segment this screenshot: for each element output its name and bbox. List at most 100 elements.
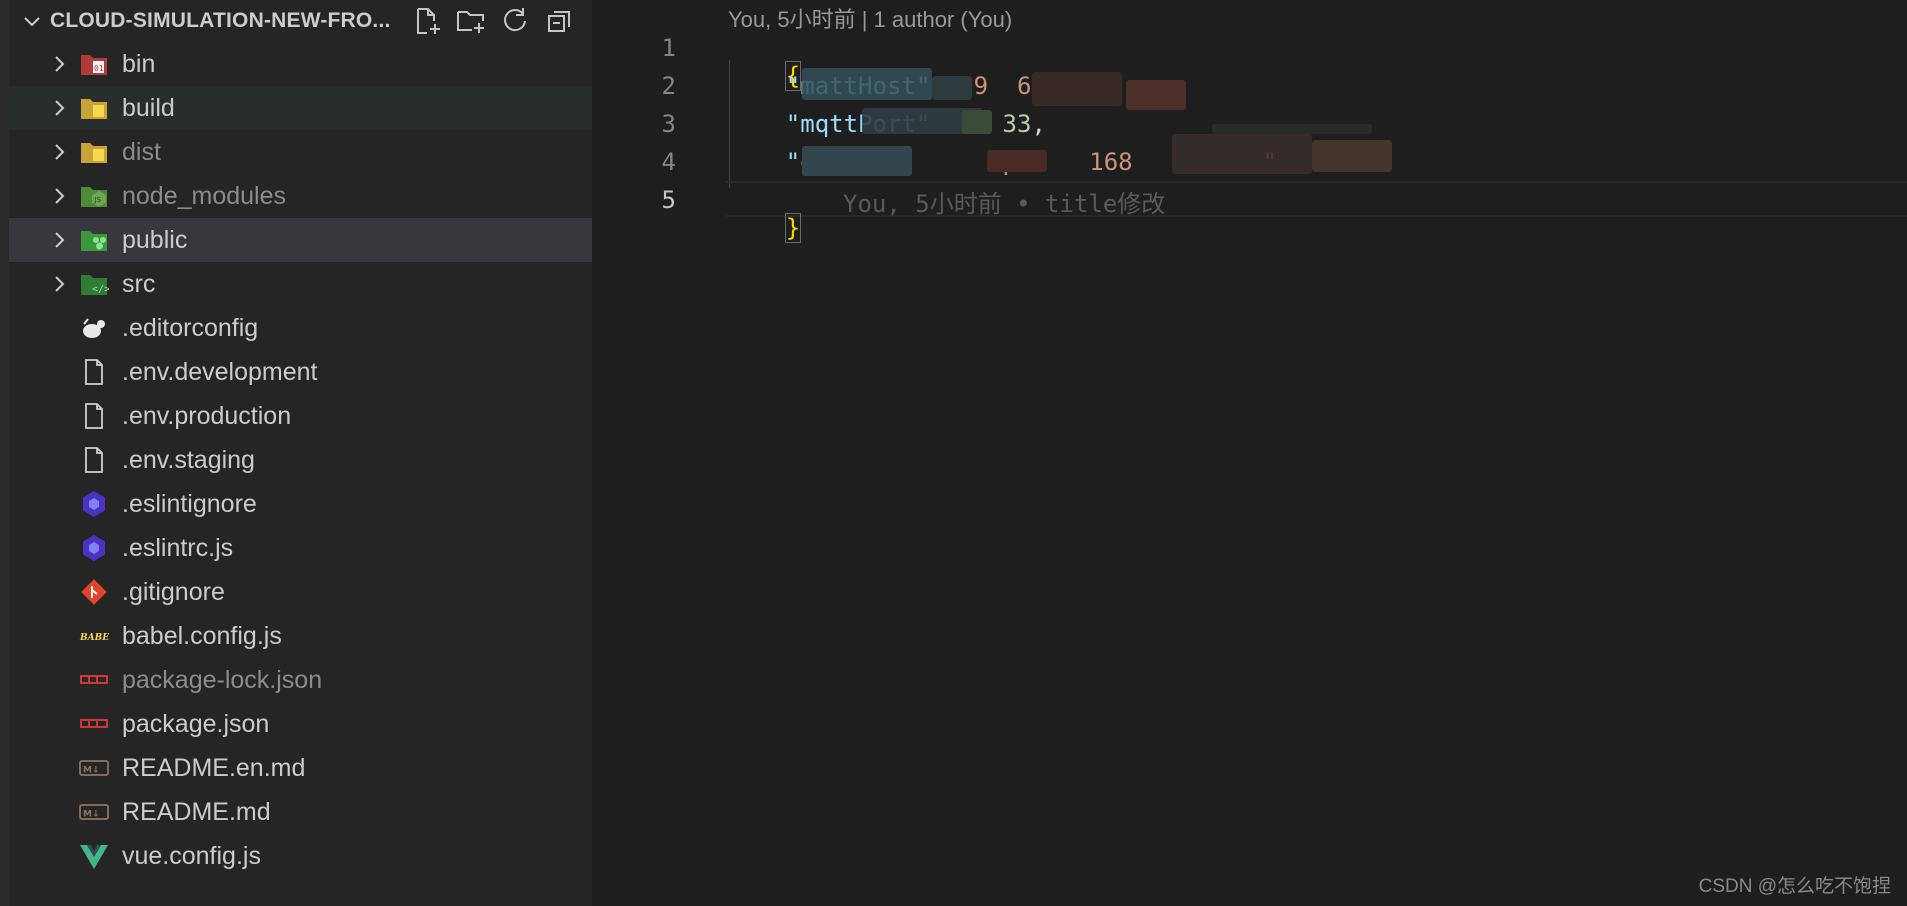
file-row[interactable]: .eslintrc.js <box>9 526 592 570</box>
tree-item-label: node_modules <box>122 182 287 210</box>
json-value-mid: 168 <box>1089 148 1133 176</box>
folder-build-icon <box>79 94 109 122</box>
tree-item-label: package-lock.json <box>122 666 323 694</box>
file-row[interactable]: .env.staging <box>9 438 592 482</box>
file-row[interactable]: vue.config.js <box>9 834 592 878</box>
code-line-5[interactable]: } <box>728 186 802 270</box>
npm-icon <box>79 710 109 738</box>
tree-item-label: .gitignore <box>122 578 225 606</box>
refresh-icon[interactable] <box>499 5 531 37</box>
folder-src-icon: </> <box>79 270 110 298</box>
chevron-right-icon[interactable] <box>47 272 71 296</box>
collapse-all-icon[interactable] <box>544 5 576 37</box>
editor-pane[interactable]: You, 5小时前 | 1 author (You) 1 2 3 4 5 { "… <box>592 0 1907 906</box>
file-row[interactable]: M↓ README.en.md <box>9 746 592 790</box>
svg-text:M↓: M↓ <box>83 810 100 820</box>
folder-row[interactable]: </> src <box>9 262 592 306</box>
tree-item-label: build <box>122 94 175 122</box>
tree-item-label: README.en.md <box>122 754 306 782</box>
svg-text:BABEL: BABEL <box>79 633 109 643</box>
file-row[interactable]: package.json <box>9 702 592 746</box>
line-number: 2 <box>661 72 676 100</box>
redaction-block <box>1126 80 1186 110</box>
chevron-right-icon[interactable] <box>47 184 71 208</box>
tree-item-label: vue.config.js <box>122 842 261 870</box>
chevron-right-icon[interactable] <box>47 96 71 120</box>
inline-blame: You, 5小时前 • title修改 <box>843 190 1166 218</box>
redaction-block <box>1312 140 1392 172</box>
json-comma: , <box>1031 110 1046 138</box>
redaction-block <box>802 68 932 100</box>
file-row[interactable]: .gitignore <box>9 570 592 614</box>
new-file-icon[interactable] <box>411 5 443 37</box>
file-row[interactable]: .eslintignore <box>9 482 592 526</box>
folder-public-icon <box>79 226 109 254</box>
eslint-icon <box>79 534 109 562</box>
tree-item-label: bin <box>122 50 156 78</box>
tree-item-label: .eslintignore <box>122 490 257 518</box>
folder-row[interactable]: public <box>9 218 592 262</box>
svg-text:</>: </> <box>92 284 109 295</box>
new-folder-icon[interactable] <box>455 5 487 37</box>
redaction-block <box>962 110 992 134</box>
folder-row[interactable]: build <box>9 86 592 130</box>
tree-item-label: dist <box>122 138 161 166</box>
folder-dist-icon <box>79 138 109 166</box>
svg-text:JS: JS <box>94 196 102 204</box>
tree-item-label: README.md <box>122 798 271 826</box>
json-value: 33 <box>1002 110 1032 138</box>
tree-item-label: .editorconfig <box>122 314 259 342</box>
codelens-author[interactable]: You, 5小时前 | 1 author (You) <box>728 2 1012 34</box>
redaction-block <box>932 76 972 100</box>
vue-icon <box>79 842 109 870</box>
redaction-block <box>1172 134 1312 174</box>
line-number: 4 <box>661 148 676 176</box>
git-icon <box>79 578 109 606</box>
tree-item-label: .env.development <box>122 358 318 386</box>
close-brace: } <box>784 213 802 243</box>
chevron-right-icon[interactable] <box>47 228 71 252</box>
line-number-active: 5 <box>661 186 676 214</box>
activity-bar-edge <box>0 0 9 906</box>
file-row[interactable]: .editorconfig <box>9 306 592 350</box>
line-number: 1 <box>661 34 676 62</box>
folder-row[interactable]: dist <box>9 130 592 174</box>
file-row[interactable]: BABEL babel.config.js <box>9 614 592 658</box>
folder-row[interactable]: 01 bin <box>9 42 592 86</box>
project-title[interactable]: CLOUD-SIMULATION-NEW-FRO... <box>50 9 410 33</box>
folder-node-icon: JS <box>79 182 109 210</box>
file-icon <box>79 402 109 430</box>
editorconfig-icon <box>79 314 109 342</box>
redaction-block <box>1032 72 1122 106</box>
chevron-down-icon[interactable] <box>20 9 44 33</box>
tree-item-label: .eslintrc.js <box>122 534 234 562</box>
tree-item-label: babel.config.js <box>122 622 282 650</box>
chevron-right-icon[interactable] <box>47 140 71 164</box>
explorer-sidebar: CLOUD-SIMULATION-NEW-FRO... 01 bin build di… <box>0 0 592 906</box>
tree-item-label: src <box>122 270 156 298</box>
tree-item-label: .env.staging <box>122 446 255 474</box>
folder-row[interactable]: JS node_modules <box>9 174 592 218</box>
tree-item-label: .env.production <box>122 402 292 430</box>
npm-icon <box>79 666 109 694</box>
file-icon <box>79 446 109 474</box>
chevron-right-icon[interactable] <box>47 52 71 76</box>
markdown-icon: M↓ <box>79 798 109 826</box>
file-row[interactable]: M↓ README.md <box>9 790 592 834</box>
file-icon <box>79 358 109 386</box>
file-row[interactable]: .env.production <box>9 394 592 438</box>
explorer-header: CLOUD-SIMULATION-NEW-FRO... <box>9 0 592 42</box>
file-row[interactable]: package-lock.json <box>9 658 592 702</box>
redaction-block <box>1212 124 1372 134</box>
line-number: 3 <box>661 110 676 138</box>
eslint-icon <box>79 490 109 518</box>
folder-bin-icon: 01 <box>79 50 109 78</box>
watermark: CSDN @怎么吃不饱捏 <box>1698 876 1891 897</box>
tree-item-label: public <box>122 226 188 254</box>
markdown-icon: M↓ <box>79 754 109 782</box>
redaction-block <box>802 146 912 176</box>
babel-icon: BABEL <box>79 622 115 650</box>
svg-text:01: 01 <box>94 64 104 73</box>
file-row[interactable]: .env.development <box>9 350 592 394</box>
tree-item-label: package.json <box>122 710 270 738</box>
